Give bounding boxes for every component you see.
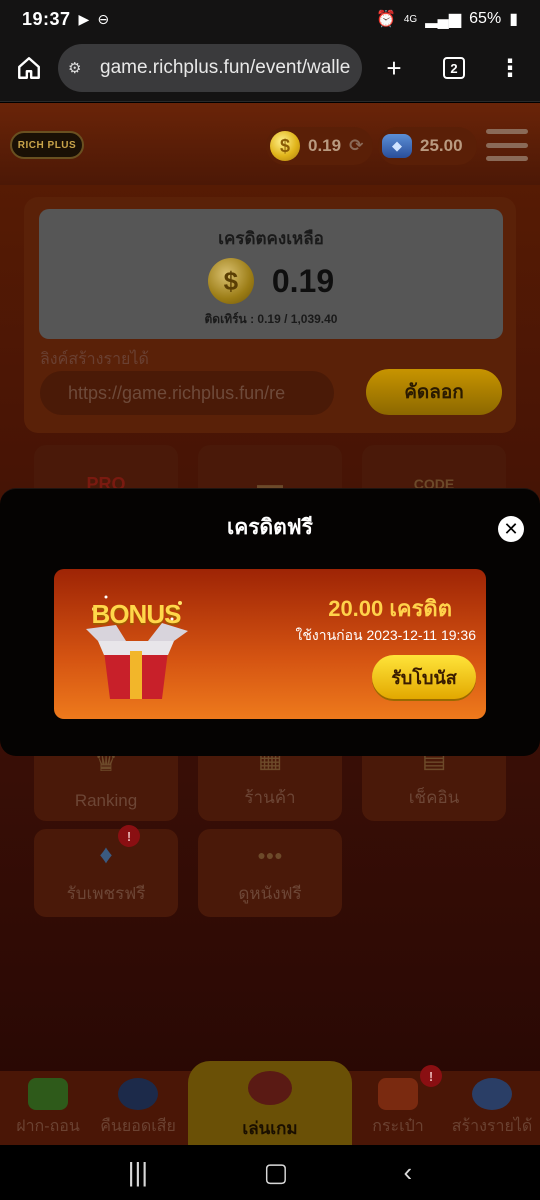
cashback-icon xyxy=(118,1078,158,1110)
coin-icon: $ xyxy=(270,131,300,161)
url-text: game.richplus.fun/event/walle xyxy=(100,57,351,78)
claim-bonus-button[interactable]: รับโบนัส xyxy=(372,655,476,699)
bonus-art-text: BONUS xyxy=(91,599,182,629)
battery-icon: ▮ xyxy=(509,11,518,28)
nav-cashback[interactable]: คืนยอดเสีย xyxy=(84,1071,192,1145)
tab-count: 2 xyxy=(443,57,465,79)
bonus-gift-box-image: BONUS xyxy=(76,589,196,701)
nav-label: คืนยอดเสีย xyxy=(100,1118,176,1135)
recents-icon[interactable]: ||| xyxy=(128,1157,148,1188)
referral-label: ลิงค์สร้างรายได้ xyxy=(40,351,149,368)
site-header: RICH PLUS $ 0.19 ⟳ ◆ 25.00 xyxy=(0,103,540,185)
bonus-expire: ใช้งานก่อน 2023-12-11 19:36 xyxy=(295,627,476,643)
movie-icon: ●●● xyxy=(257,846,283,863)
home-icon[interactable] xyxy=(9,48,49,88)
coin-balance: 0.19 xyxy=(308,136,342,155)
alarm-icon: ⏰ xyxy=(375,11,396,28)
tab-switcher-button[interactable]: 2 xyxy=(434,48,474,88)
bonus-amount: 20.00 เครดิต xyxy=(328,596,452,621)
nav-earn[interactable]: สร้างรายได้ xyxy=(438,1071,540,1145)
bonus-card: BONUS 20.00 เครดิต ใช้งานก่อน 2023-12-11… xyxy=(54,569,486,719)
nav-play-game[interactable]: เล่นเกม xyxy=(188,1061,352,1145)
turnover-text: ติดเทิร์น : 0.19 / 1,039.40 xyxy=(204,312,338,326)
coin-icon: $ xyxy=(207,258,254,304)
wallet-icon xyxy=(378,1078,418,1110)
url-bar[interactable]: ⚙ game.richplus.fun/event/walle xyxy=(58,44,362,92)
nav-label: ฝาก-ถอน xyxy=(16,1118,80,1135)
status-time: 19:37 xyxy=(22,8,71,29)
dnd-icon: ⊖ xyxy=(97,10,110,27)
battery-percent: 65% xyxy=(469,10,502,27)
tile-label: เช็คอิน xyxy=(408,788,460,807)
browser-toolbar: ⚙ game.richplus.fun/event/walle + 2 ⋮ xyxy=(0,38,540,102)
home-button-icon[interactable]: ▢ xyxy=(263,1157,288,1188)
status-bar: 19:37 ▶ ⊖ ⏰ 4G ▂▄▆ 65% ▮ xyxy=(0,0,540,38)
site-settings-icon[interactable]: ⚙ xyxy=(68,59,94,77)
remaining-credit-label: เครดิตคงเหลือ xyxy=(218,229,324,248)
free-credit-modal: เครดิตฟรี ✕ BONUS 20.00 เครดิต ใช้งานก่อ… xyxy=(0,488,540,756)
tile-free-movies[interactable]: ●●● ดูหนังฟรี xyxy=(198,829,342,917)
gem-trophy-icon: ♦ xyxy=(99,839,113,869)
refresh-icon[interactable]: ⟳ xyxy=(349,136,363,156)
close-icon[interactable]: ✕ xyxy=(498,516,524,542)
users-icon xyxy=(472,1078,512,1110)
back-icon[interactable]: ‹ xyxy=(404,1157,413,1188)
nav-label: สร้างรายได้ xyxy=(451,1118,533,1135)
slot-machine-icon xyxy=(248,1071,292,1105)
more-menu-icon[interactable]: ⋮ xyxy=(490,48,530,88)
gem-balance-pill[interactable]: ◆ 25.00 xyxy=(378,127,477,165)
gem-icon: ◆ xyxy=(382,134,412,158)
balance-box: เครดิตคงเหลือ $ 0.19 ติดเทิร์น : 0.19 / … xyxy=(39,209,503,339)
tile-label: Ranking xyxy=(74,791,138,810)
tile-free-gems[interactable]: ♦ รับเพชรฟรี xyxy=(34,829,178,917)
web-page: RICH PLUS $ 0.19 ⟳ ◆ 25.00 เครดิตคงเหลือ… xyxy=(0,103,540,1145)
coin-balance-pill[interactable]: $ 0.19 ⟳ xyxy=(266,127,374,165)
tile-label: รับเพชรฟรี xyxy=(66,884,146,903)
gem-balance: 25.00 xyxy=(420,136,463,155)
new-tab-icon[interactable]: + xyxy=(374,48,414,88)
youtube-notification-icon: ▶ xyxy=(78,10,90,27)
copy-button[interactable]: คัดลอก xyxy=(366,369,502,415)
notification-badge: ! xyxy=(118,825,140,847)
hamburger-menu-icon[interactable] xyxy=(486,129,528,161)
signal-icon: ▂▄▆ xyxy=(425,11,462,28)
modal-title: เครดิตฟรี xyxy=(227,516,313,539)
remaining-credit-value: 0.19 xyxy=(271,262,335,299)
tile-label: ร้านค้า xyxy=(244,788,296,807)
referral-link-input[interactable]: https://game.richplus.fun/re xyxy=(40,371,334,415)
nav-label: กระเป๋า xyxy=(372,1118,424,1135)
system-nav-bar: ||| ▢ ‹ xyxy=(0,1145,540,1200)
richplus-logo[interactable]: RICH PLUS xyxy=(10,131,84,159)
nav-label: เล่นเกม xyxy=(242,1119,298,1138)
cash-icon xyxy=(28,1078,68,1110)
wallet-card: เครดิตคงเหลือ $ 0.19 ติดเทิร์น : 0.19 / … xyxy=(24,197,516,433)
network-type: 4G xyxy=(403,13,418,25)
tile-label: ดูหนังฟรี xyxy=(238,884,302,903)
